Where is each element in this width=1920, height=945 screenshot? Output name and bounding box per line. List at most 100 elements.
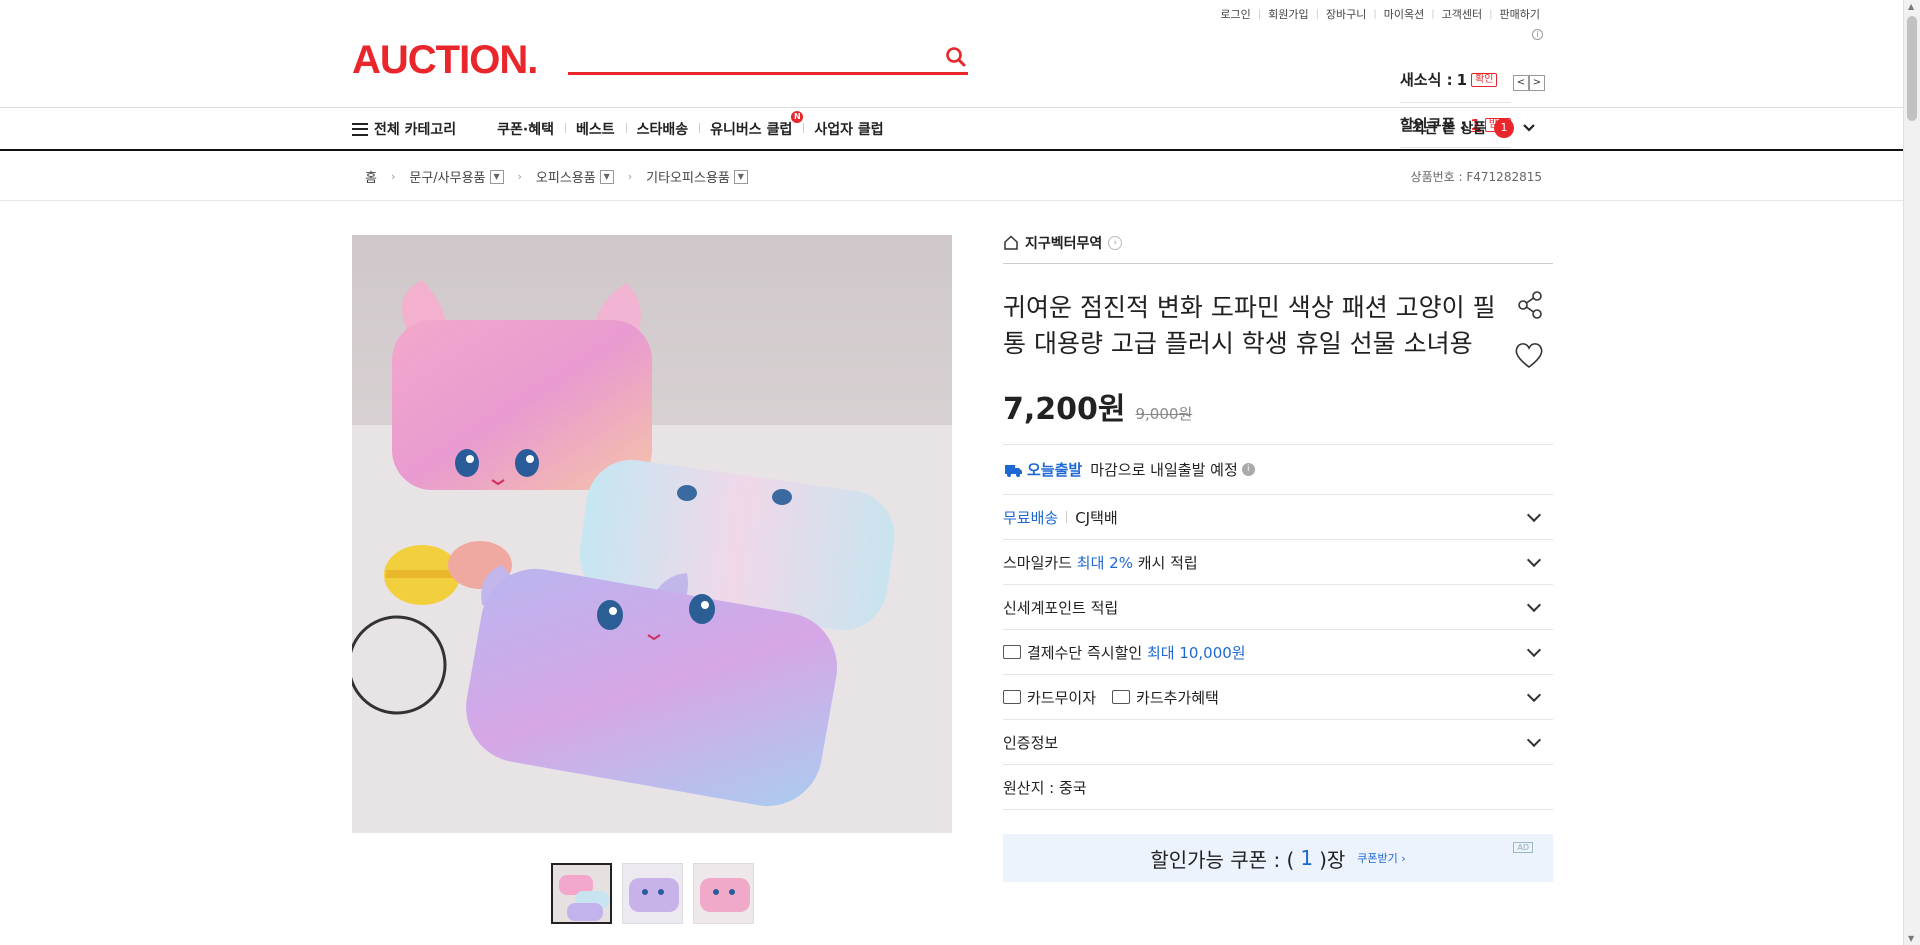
breadcrumb: 홈 › 문구/사무용품 ▼ › 오피스용품 ▼ › 기타오피스용품 ▼	[365, 167, 748, 186]
smile-card-label: 스마일카드	[1003, 553, 1073, 572]
pay-discount-amount: 최대 10,000원	[1146, 643, 1246, 662]
chevron-right-icon: ›	[1108, 235, 1123, 250]
coupon-prefix: 할인가능 쿠폰 : (	[1150, 847, 1295, 872]
shop-name: 지구벡터무역	[1025, 235, 1103, 252]
search-input[interactable]	[568, 42, 928, 72]
coupon-suffix: )장	[1319, 847, 1346, 872]
chevron-down-icon	[1526, 642, 1542, 658]
smile-card-suffix: 캐시 적립	[1137, 553, 1198, 572]
signup-link[interactable]: 회원가입	[1261, 6, 1315, 22]
chevron-right-icon: ›	[517, 170, 522, 183]
cart-link[interactable]: 장바구니	[1319, 6, 1373, 22]
plush-pencil-case-photo	[352, 235, 952, 833]
cert-info-row[interactable]: 인증정보	[1003, 720, 1553, 765]
truck-icon	[1005, 464, 1022, 477]
shipping-row[interactable]: 무료배송 CJ택배	[1003, 495, 1553, 540]
scroll-down-icon[interactable]: ▼	[1908, 934, 1914, 943]
today-ship-text: 마감으로 내일출발 예정	[1090, 461, 1238, 479]
product-main-image[interactable]	[352, 235, 952, 833]
thumbnail-2[interactable]	[622, 863, 683, 924]
card-plus-icon	[1112, 690, 1131, 704]
thumbnail-1[interactable]	[551, 863, 612, 924]
thumbnail-3[interactable]	[693, 863, 754, 924]
news-label: 새소식 :	[1400, 71, 1453, 89]
coupon-banner[interactable]: 할인가능 쿠폰 : (1)장 쿠폰받기 › AD	[1003, 834, 1553, 882]
search-icon[interactable]	[944, 45, 968, 69]
my-auction-link[interactable]: 마이옥션	[1377, 6, 1431, 22]
hamburger-icon	[352, 122, 368, 136]
customer-center-link[interactable]: 고객센터	[1435, 6, 1489, 22]
coupon-get-link[interactable]: 쿠폰받기 ›	[1357, 850, 1405, 866]
thumbnail-list	[551, 863, 754, 924]
chevron-down-icon	[1523, 124, 1535, 132]
coupon-count: 1	[1300, 846, 1314, 870]
tab-star-delivery[interactable]: 스타배송	[625, 119, 700, 139]
chevron-down-icon[interactable]: ▼	[599, 169, 614, 184]
breadcrumb-item[interactable]: 오피스용품	[536, 167, 596, 186]
tab-coupon-benefit[interactable]: 쿠폰·혜택	[486, 119, 565, 139]
breadcrumb-home[interactable]: 홈	[365, 167, 377, 186]
today-ship-label: 오늘출발	[1027, 461, 1083, 479]
breadcrumb-item[interactable]: 문구/사무용품	[409, 167, 485, 186]
recent-viewed-button[interactable]: 최근 본 상품 1	[1412, 118, 1536, 138]
scroll-up-icon[interactable]: ▲	[1908, 2, 1914, 11]
shop-link[interactable]: 지구벡터무역 ›	[1003, 232, 1553, 264]
prev-arrow-icon[interactable]: <	[1513, 75, 1529, 91]
origin-label: 원산지 : 중국	[1003, 778, 1087, 797]
chevron-down-icon	[1526, 687, 1542, 703]
ssg-point-label: 신세계포인트 적립	[1003, 598, 1119, 617]
today-shipping-row: 오늘출발 마감으로 내일출발 예정 i	[1003, 445, 1553, 495]
chevron-down-icon	[1526, 507, 1542, 523]
tab-universe-club[interactable]: 유니버스 클럽 N	[699, 111, 804, 139]
info-icon[interactable]: i	[1532, 29, 1543, 40]
pay-discount-row[interactable]: 결제수단 즉시할인 최대 10,000원	[1003, 630, 1553, 675]
shipping-carrier: CJ택배	[1075, 508, 1118, 527]
search-bar	[568, 42, 968, 75]
discount-card-icon	[1003, 645, 1021, 659]
news-check-button[interactable]: 확인	[1471, 73, 1498, 87]
smile-card-row[interactable]: 스마일카드 최대 2% 캐시 적립	[1003, 540, 1553, 585]
free-shipping-label: 무료배송	[1003, 508, 1059, 527]
heart-icon[interactable]	[1513, 340, 1545, 374]
product-number: 상품번호 : F471282815	[1410, 170, 1542, 184]
pay-discount-label: 결제수단 즉시할인	[1027, 643, 1143, 662]
next-arrow-icon[interactable]: >	[1529, 75, 1545, 91]
sell-link[interactable]: 판매하기	[1493, 6, 1547, 22]
card-interest-label: 카드무이자	[1027, 688, 1097, 707]
scroll-thumb[interactable]	[1907, 16, 1917, 121]
news-count: 1	[1456, 71, 1468, 89]
breadcrumb-item[interactable]: 기타오피스용품	[646, 167, 730, 186]
all-category-button[interactable]: 전체 카테고리	[352, 119, 456, 139]
cert-info-label: 인증정보	[1003, 733, 1059, 752]
price-row: 7,200원 9,000원	[1003, 384, 1553, 445]
recent-count-badge: 1	[1494, 118, 1514, 138]
new-badge: N	[791, 111, 804, 123]
chevron-right-icon: ›	[627, 170, 633, 183]
chevron-down-icon[interactable]: ▼	[489, 169, 504, 184]
product-info: 지구벡터무역 › 귀여운 점진적 변화 도파민 색상 패션 고양이 필통 대용량…	[1003, 232, 1553, 882]
auction-logo[interactable]: AUCTION.	[352, 38, 538, 82]
ssg-point-row[interactable]: 신세계포인트 적립	[1003, 585, 1553, 630]
global-nav: 전체 카테고리 쿠폰·혜택 베스트 스타배송 유니버스 클럽 N 사업자 클럽 최…	[0, 107, 1920, 151]
chevron-right-icon: ›	[390, 170, 396, 183]
breadcrumb-bar: 홈 › 문구/사무용품 ▼ › 오피스용품 ▼ › 기타오피스용품 ▼ 상품번호 : …	[0, 153, 1920, 201]
card-icon	[1003, 690, 1021, 704]
card-benefit-row[interactable]: 카드무이자 카드추가혜택	[1003, 675, 1553, 720]
tab-best[interactable]: 베스트	[565, 119, 626, 139]
util-links: 로그인 | 회원가입 | 장바구니 | 마이옥션 | 고객센터 | 판매하기	[1213, 6, 1547, 22]
login-link[interactable]: 로그인	[1213, 6, 1257, 22]
chevron-down-icon[interactable]: ▼	[733, 169, 748, 184]
share-icon[interactable]	[1515, 290, 1545, 324]
home-icon	[1004, 235, 1018, 250]
chevron-down-icon	[1526, 597, 1542, 613]
page-scrollbar[interactable]: ▲ ▼	[1903, 0, 1920, 945]
info-icon[interactable]: i	[1241, 463, 1255, 476]
card-extra-label: 카드추가혜택	[1136, 688, 1219, 707]
ad-badge: AD	[1513, 842, 1533, 853]
chevron-down-icon	[1526, 552, 1542, 568]
all-category-label: 전체 카테고리	[374, 122, 457, 138]
product-title: 귀여운 점진적 변화 도파민 색상 패션 고양이 필통 대용량 고급 플러시 학…	[1003, 293, 1496, 358]
tab-business-club[interactable]: 사업자 클럽	[803, 119, 894, 139]
smile-card-rate: 최대 2%	[1076, 553, 1133, 572]
sale-price: 7,200원	[1003, 392, 1126, 427]
